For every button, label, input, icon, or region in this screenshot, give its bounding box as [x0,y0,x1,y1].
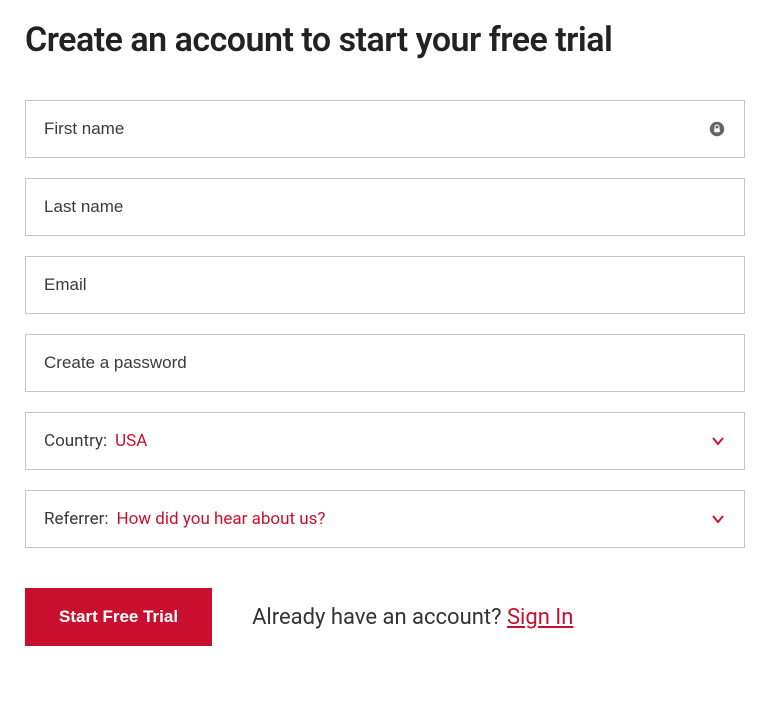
country-value: USA [115,431,147,451]
referrer-value: How did you hear about us? [116,509,325,529]
lock-icon [708,120,726,138]
email-field-wrapper [25,256,745,314]
sign-in-link[interactable]: Sign In [507,605,574,630]
start-free-trial-button[interactable]: Start Free Trial [25,588,212,646]
actions-row: Start Free Trial Already have an account… [25,588,745,646]
referrer-select[interactable]: Referrer: How did you hear about us? [25,490,745,548]
first-name-input[interactable] [44,119,726,139]
last-name-input[interactable] [44,197,726,217]
password-input[interactable] [44,353,726,373]
country-select[interactable]: Country: USA [25,412,745,470]
referrer-label: Referrer: [44,509,108,529]
country-label: Country: [44,431,107,451]
last-name-field-wrapper [25,178,745,236]
prompt-text: Already have an account? [252,605,507,630]
password-field-wrapper [25,334,745,392]
first-name-field-wrapper [25,100,745,158]
chevron-down-icon [710,433,726,449]
page-title: Create an account to start your free tri… [25,20,745,60]
account-prompt: Already have an account? Sign In [252,605,573,630]
email-input[interactable] [44,275,726,295]
chevron-down-icon [710,511,726,527]
